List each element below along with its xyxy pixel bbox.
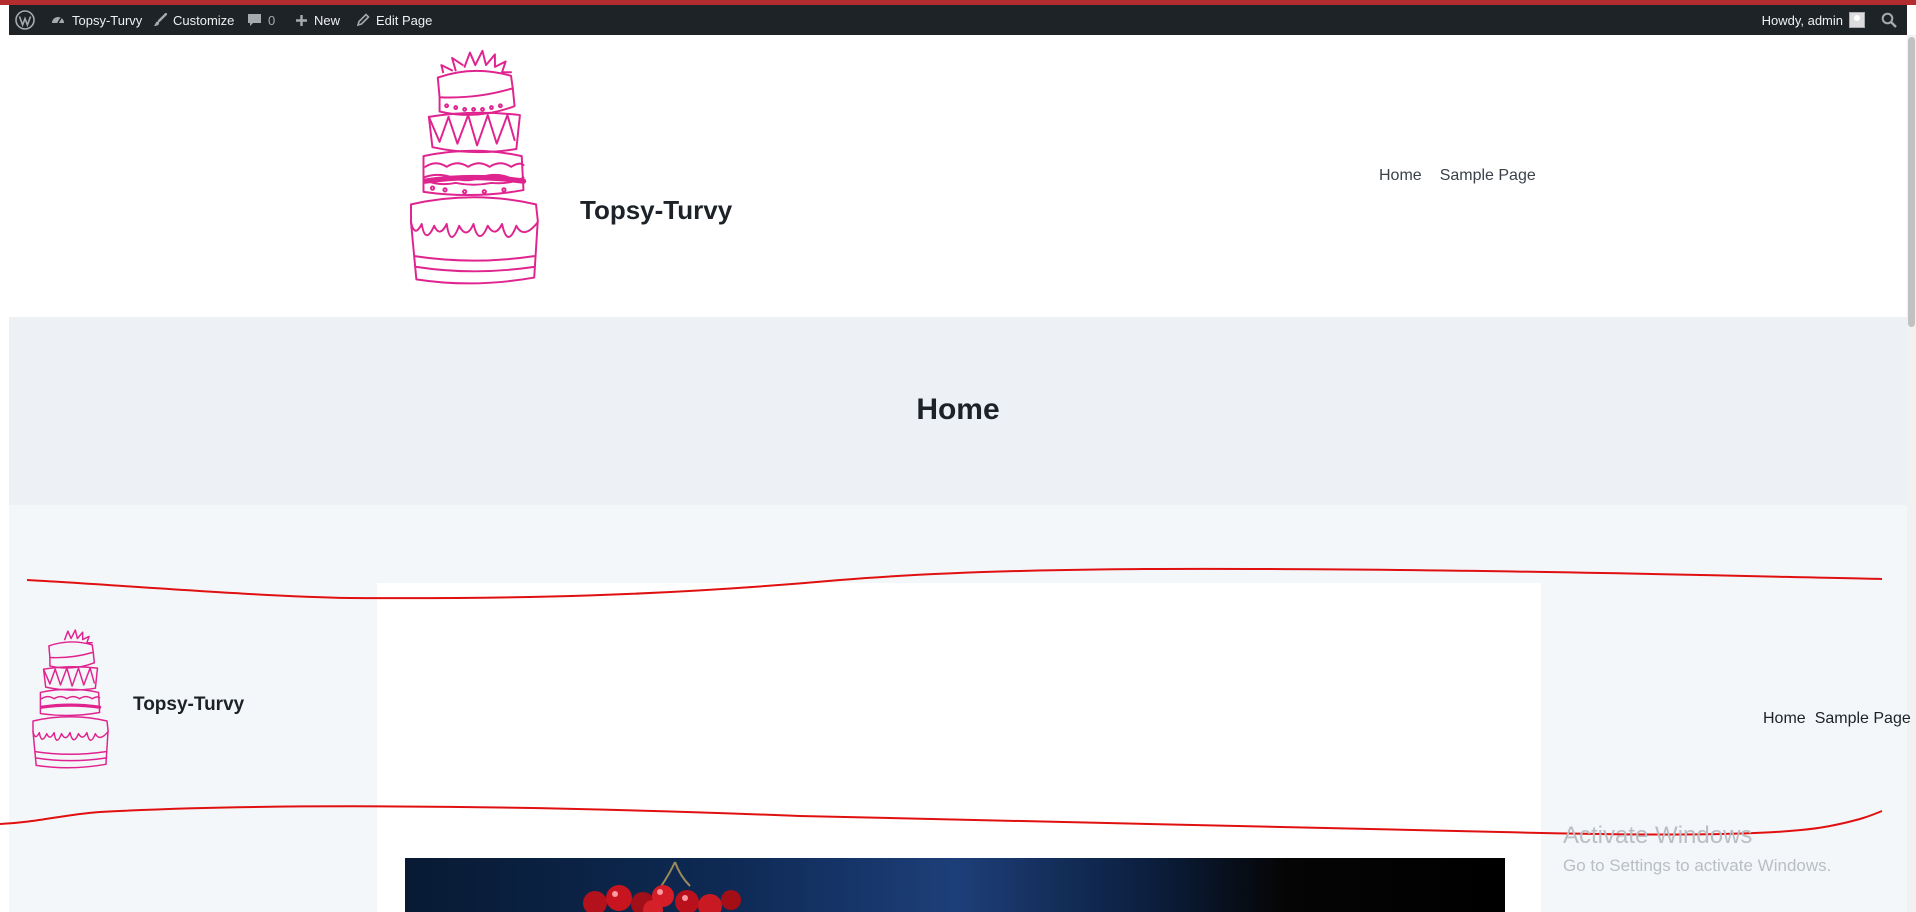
cake-logo-drawing bbox=[410, 49, 539, 285]
plus-icon bbox=[296, 14, 307, 26]
content-nav-item-sample-page[interactable]: Sample Page bbox=[1815, 710, 1911, 728]
edit-page-link[interactable]: Edit Page bbox=[356, 5, 432, 35]
windows-activation-watermark: Activate Windows Go to Settings to activ… bbox=[1563, 822, 1831, 876]
site-name-menu[interactable]: Topsy-Turvy bbox=[50, 5, 142, 35]
brush-icon bbox=[154, 13, 167, 26]
comments-count: 0 bbox=[268, 12, 276, 28]
featured-image bbox=[405, 858, 1505, 912]
watermark-title: Activate Windows bbox=[1563, 822, 1753, 849]
cake-logo[interactable] bbox=[381, 49, 566, 299]
new-label: New bbox=[314, 12, 341, 28]
wp-logo-menu[interactable] bbox=[15, 5, 35, 35]
featured-image-content bbox=[583, 861, 741, 912]
customize-label: Customize bbox=[173, 12, 235, 28]
primary-nav: Home Sample Page bbox=[1379, 167, 1536, 185]
cake-logo-small-band bbox=[39, 703, 102, 709]
cake-logo-small[interactable] bbox=[16, 629, 124, 777]
admin-bar: Topsy-Turvy Customize 0 New Edit Page Ho… bbox=[9, 5, 1907, 35]
cake-logo-band bbox=[422, 174, 527, 184]
content-nav-item-home[interactable]: Home bbox=[1763, 710, 1806, 728]
nav-item-home[interactable]: Home bbox=[1379, 167, 1422, 185]
comment-icon bbox=[248, 14, 261, 26]
howdy-label: Howdy, admin bbox=[1761, 12, 1843, 28]
site-name-label: Topsy-Turvy bbox=[72, 12, 143, 28]
edit-page-label: Edit Page bbox=[376, 12, 433, 28]
site-title[interactable]: Topsy-Turvy bbox=[580, 195, 732, 226]
cake-logo-small-drawing bbox=[32, 629, 109, 769]
content-site-title[interactable]: Topsy-Turvy bbox=[133, 694, 244, 716]
nav-item-sample-page[interactable]: Sample Page bbox=[1440, 167, 1536, 185]
site-header: Topsy-Turvy Home Sample Page bbox=[9, 35, 1907, 317]
page-title-hero: Home bbox=[9, 317, 1907, 505]
customize-link[interactable]: Customize bbox=[153, 5, 234, 35]
page-scrollbar-thumb[interactable] bbox=[1908, 37, 1915, 327]
pencil-icon bbox=[356, 13, 370, 27]
content-nav: Home Sample Page bbox=[1763, 710, 1911, 728]
watermark-subtitle: Go to Settings to activate Windows. bbox=[1563, 856, 1832, 875]
my-account-menu[interactable]: Howdy, admin bbox=[1762, 5, 1865, 35]
avatar bbox=[1849, 12, 1865, 28]
dashboard-icon bbox=[52, 17, 64, 24]
new-content-menu[interactable]: New bbox=[295, 5, 340, 35]
wordpress-icon bbox=[15, 10, 35, 30]
search-icon[interactable] bbox=[1881, 12, 1897, 28]
comments-link[interactable]: 0 bbox=[247, 5, 275, 35]
page-title: Home bbox=[916, 393, 1000, 426]
